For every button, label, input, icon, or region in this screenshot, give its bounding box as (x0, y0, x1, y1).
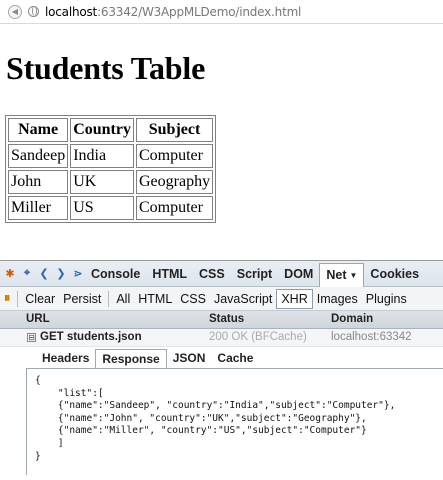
filter-xhr[interactable]: XHR (276, 288, 313, 309)
table-cell: US (70, 196, 134, 220)
clear-button[interactable]: Clear (21, 292, 59, 306)
tab-html[interactable]: HTML (146, 261, 193, 287)
table-row: John UK Geography (8, 170, 214, 194)
url-text[interactable]: localhost:63342/W3AppMLDemo/index.html (45, 5, 301, 19)
column-header: Name (8, 118, 69, 142)
globe-icon (28, 6, 39, 17)
command-line-icon[interactable]: ⋗ (71, 267, 85, 281)
tab-net[interactable]: Net ▼ (319, 262, 365, 287)
pause-icon[interactable]: ⏸ (0, 291, 14, 306)
tab-script[interactable]: Script (231, 261, 278, 287)
column-status[interactable]: Status (209, 313, 244, 325)
address-bar[interactable]: ◀ localhost:63342/W3AppMLDemo/index.html (0, 0, 443, 24)
table-row: Miller US Computer (8, 196, 214, 220)
page-title: Students Table (6, 50, 206, 86)
chevron-down-icon: ▼ (349, 270, 358, 280)
inspect-icon[interactable]: ⌖ (20, 267, 34, 281)
table-cell: Miller (8, 196, 69, 220)
response-line: "list":[ (35, 387, 104, 399)
table-cell: Sandeep (8, 144, 69, 168)
url-path: :63342/W3AppMLDemo/index.html (97, 4, 302, 19)
forward-arrow-icon[interactable]: ❯ (54, 267, 68, 281)
filter-css[interactable]: CSS (176, 292, 210, 306)
students-table: Name Country Subject Sandeep India Compu… (5, 115, 217, 223)
toolbar-divider (17, 290, 19, 307)
table-header-row: Name Country Subject (8, 118, 214, 142)
column-domain[interactable]: Domain (331, 313, 373, 325)
back-arrow-icon[interactable]: ❮ (37, 267, 51, 281)
firebug-bug-icon[interactable]: ✱ (3, 267, 17, 281)
tab-dom[interactable]: DOM (278, 261, 319, 287)
response-body: { "list":[ {"name":"Sandeep", "country":… (26, 369, 443, 475)
tab-css[interactable]: CSS (193, 261, 231, 287)
filter-html[interactable]: HTML (134, 292, 176, 306)
response-line: } (35, 450, 41, 462)
tab-cache[interactable]: Cache (211, 349, 259, 369)
back-button[interactable]: ◀ (8, 4, 22, 19)
column-header: Subject (135, 118, 214, 142)
table-cell: Computer (135, 196, 214, 220)
persist-button[interactable]: Persist (59, 292, 105, 306)
filter-all[interactable]: All (112, 292, 134, 306)
table-cell: Computer (135, 144, 214, 168)
table-cell: Geography (135, 170, 214, 194)
tab-json[interactable]: JSON (167, 349, 212, 369)
column-url[interactable]: URL (26, 313, 50, 325)
tab-headers[interactable]: Headers (36, 349, 95, 369)
response-line: {"name":"Miller", "country":"US","subjec… (35, 425, 367, 437)
request-domain: localhost:63342 (331, 331, 412, 343)
firebug-panel: ✱ ⌖ ❮ ❯ ⋗ Console HTML CSS Script DOM Ne… (0, 260, 443, 480)
net-toolbar: ⏸ Clear Persist All HTML CSS JavaScript … (0, 287, 443, 311)
response-line: { (35, 375, 41, 386)
collapse-toggle-icon[interactable]: ⊟ (27, 333, 36, 342)
request-url[interactable]: GET students.json (40, 331, 142, 343)
tab-net-label: Net (326, 268, 347, 282)
response-line: {"name":"Sandeep", "country":"India","su… (35, 400, 396, 412)
response-line: {"name":"John", "country":"UK","subject"… (35, 412, 367, 424)
request-detail-tabs: Headers Response JSON Cache (36, 349, 259, 369)
filter-javascript[interactable]: JavaScript (210, 292, 276, 306)
request-status: 200 OK (BFCache) (209, 331, 307, 343)
table-cell: John (8, 170, 69, 194)
table-cell: India (70, 144, 134, 168)
url-host: localhost (45, 4, 98, 19)
firebug-main-toolbar: ✱ ⌖ ❮ ❯ ⋗ Console HTML CSS Script DOM Ne… (0, 261, 443, 287)
net-column-headers: URL Status Domain (0, 311, 443, 329)
toolbar-divider (108, 290, 110, 307)
column-header: Country (70, 118, 134, 142)
request-row[interactable]: ⊟ GET students.json 200 OK (BFCache) loc… (0, 329, 443, 347)
tab-response[interactable]: Response (95, 349, 167, 369)
tab-cookies[interactable]: Cookies (364, 261, 425, 287)
table-row: Sandeep India Computer (8, 144, 214, 168)
tab-console[interactable]: Console (85, 261, 146, 287)
response-line: ] (35, 437, 64, 449)
filter-plugins[interactable]: Plugins (362, 292, 411, 306)
table-cell: UK (70, 170, 134, 194)
filter-images[interactable]: Images (313, 292, 362, 306)
response-text: { "list":[ {"name":"Sandeep", "country":… (35, 375, 395, 463)
